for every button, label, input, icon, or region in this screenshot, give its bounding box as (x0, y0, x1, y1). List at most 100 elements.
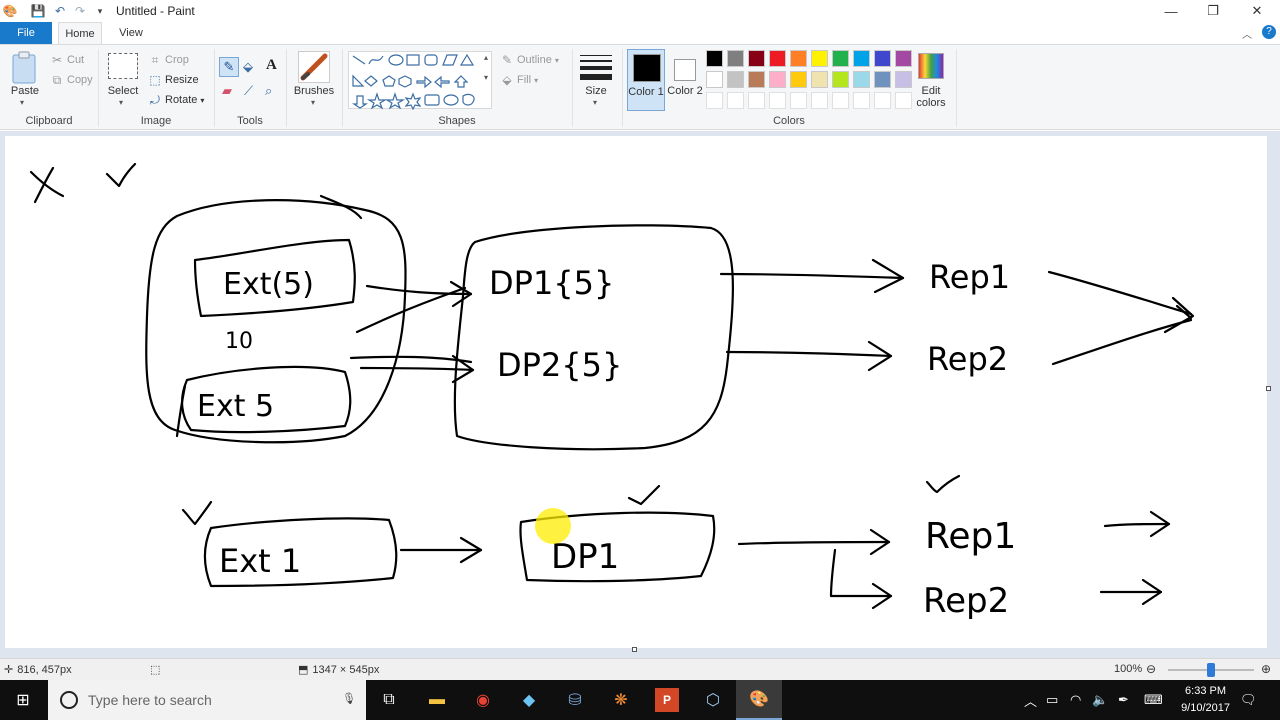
paste-dropdown-icon[interactable]: ▾ (20, 98, 24, 107)
restore-button[interactable]: ❐ (1190, 0, 1236, 22)
canvas-resize-handle-bottom[interactable] (632, 647, 637, 652)
minimize-button[interactable]: — (1148, 0, 1194, 22)
fill-button[interactable]: ⬙ Fill ▾ (500, 73, 538, 87)
tab-view[interactable]: View (108, 22, 154, 44)
eraser-icon[interactable]: ▰ (222, 83, 232, 99)
color-picker-icon[interactable]: ⟋ (244, 83, 253, 99)
custom-color-slot[interactable] (832, 92, 849, 109)
custom-color-slot[interactable] (811, 92, 828, 109)
outline-button[interactable]: ✎ Outline ▾ (500, 53, 559, 67)
color-swatch[interactable] (769, 71, 786, 88)
save-icon[interactable]: 💾 (30, 3, 46, 19)
undo-icon[interactable]: ↶ (52, 3, 68, 19)
custom-color-slot[interactable] (790, 92, 807, 109)
size-icon[interactable] (580, 53, 612, 81)
color-swatch[interactable] (895, 50, 912, 67)
drawing-canvas[interactable]: Ext(5) 10 Ext 5 DP1{5} DP2{5} Rep1 Rep2 … (5, 136, 1267, 648)
edit-colors-icon[interactable] (918, 53, 944, 79)
help-icon[interactable]: ? (1262, 25, 1276, 39)
magnifier-icon[interactable]: ⌕ (265, 83, 272, 99)
tab-home[interactable]: Home (58, 22, 102, 44)
color-swatch[interactable] (706, 71, 723, 88)
pen-icon[interactable]: ✒ (1118, 680, 1129, 720)
chrome-icon[interactable]: ◉ (460, 680, 506, 720)
color-swatch[interactable] (727, 71, 744, 88)
paste-button[interactable] (10, 51, 40, 87)
color-swatch[interactable] (748, 50, 765, 67)
color1-button[interactable]: Color 1 (627, 49, 665, 111)
select-label[interactable]: Select (103, 85, 143, 97)
volume-icon[interactable]: 🔈 (1092, 680, 1108, 720)
color-swatch[interactable] (727, 50, 744, 67)
custom-color-slot[interactable] (769, 92, 786, 109)
brushes-icon[interactable] (298, 51, 330, 83)
close-button[interactable]: ✕ (1234, 0, 1280, 22)
custom-color-slot[interactable] (706, 92, 723, 109)
wifi-icon[interactable]: ◠ (1070, 680, 1081, 720)
rotate-button[interactable]: ⤾ Rotate ▾ (148, 93, 204, 107)
edit-colors-label[interactable]: Edit colors (910, 85, 952, 109)
copy-button[interactable]: ⧉ Copy (50, 73, 93, 87)
select-icon[interactable] (108, 53, 138, 79)
size-label[interactable]: Size (576, 85, 616, 97)
color-swatch[interactable] (811, 71, 828, 88)
virtualbox-icon[interactable]: ⬡ (690, 680, 736, 720)
color-swatch[interactable] (853, 50, 870, 67)
custom-color-slot[interactable] (874, 92, 891, 109)
resize-button[interactable]: ⬚ Resize (148, 73, 198, 87)
color-swatch[interactable] (769, 50, 786, 67)
brushes-label[interactable]: Brushes (290, 85, 338, 97)
color-swatch[interactable] (874, 50, 891, 67)
custom-color-slot[interactable] (727, 92, 744, 109)
canvas-resize-handle-right[interactable] (1266, 386, 1271, 391)
custom-color-slot[interactable] (853, 92, 870, 109)
color-swatch[interactable] (790, 50, 807, 67)
color-swatch[interactable] (811, 50, 828, 67)
size-dropdown-icon[interactable]: ▾ (593, 98, 597, 107)
show-hidden-icons[interactable]: ︿ (1024, 680, 1037, 720)
zoom-slider-thumb[interactable] (1207, 663, 1215, 677)
microphone-icon[interactable]: 🎙 (342, 692, 356, 705)
pencil-icon[interactable]: ✎ (219, 57, 239, 77)
custom-color-slot[interactable] (748, 92, 765, 109)
shapes-scroll-up-icon[interactable]: ▴ (484, 53, 488, 62)
color-swatch[interactable] (874, 71, 891, 88)
color-swatch[interactable] (706, 50, 723, 67)
app-icon-blue[interactable]: ◆ (506, 680, 552, 720)
file-explorer-icon[interactable]: ▬ (414, 680, 460, 720)
start-button[interactable]: ⊞ (0, 680, 46, 720)
paint-taskbar-icon[interactable]: 🎨 (736, 680, 782, 720)
fill-bucket-icon[interactable]: ⬙ (243, 59, 253, 75)
zoom-slider[interactable] (1168, 663, 1254, 677)
tab-file[interactable]: File (0, 22, 52, 44)
keyboard-icon[interactable]: ⌨ (1144, 680, 1163, 720)
app-icon-orange[interactable]: ❋ (598, 680, 644, 720)
redo-icon[interactable]: ↷ (72, 3, 88, 19)
search-box[interactable]: Type here to search 🎙 (48, 680, 366, 720)
powerpoint-icon[interactable]: P (655, 688, 679, 712)
color-swatch[interactable] (853, 71, 870, 88)
action-icon[interactable]: ▭ (1046, 680, 1058, 720)
customize-quick-access-icon[interactable]: ▾ (92, 3, 108, 19)
color-swatch[interactable] (790, 71, 807, 88)
notifications-icon[interactable]: 🗨 (1240, 680, 1257, 720)
task-view-button[interactable]: ⧉ (366, 680, 412, 720)
cut-button[interactable]: ✂ Cut (50, 53, 84, 67)
shapes-scroll-down-icon[interactable]: ▾ (484, 73, 488, 82)
network-app-icon[interactable]: ⛁ (552, 680, 598, 720)
select-dropdown-icon[interactable]: ▾ (119, 98, 123, 107)
color-swatch[interactable] (832, 71, 849, 88)
zoom-out-icon[interactable]: ⊖ (1146, 662, 1156, 676)
zoom-in-icon[interactable]: ⊕ (1261, 662, 1271, 676)
brushes-dropdown-icon[interactable]: ▾ (311, 98, 315, 107)
clock[interactable]: 6:33 PM 9/10/2017 (1181, 683, 1230, 717)
color2-button[interactable]: Color 2 (667, 49, 705, 111)
ribbon-tabs: File Home View ︿ ? (0, 22, 1280, 44)
text-tool-icon[interactable]: A (266, 57, 277, 74)
color-swatch[interactable] (832, 50, 849, 67)
shapes-gallery[interactable] (348, 51, 492, 111)
crop-button[interactable]: ⌗ Crop (148, 53, 189, 67)
arrow-rep1-bottom-out (1103, 522, 1171, 528)
collapse-ribbon-icon[interactable]: ︿ (1242, 26, 1252, 41)
color-swatch[interactable] (748, 71, 765, 88)
